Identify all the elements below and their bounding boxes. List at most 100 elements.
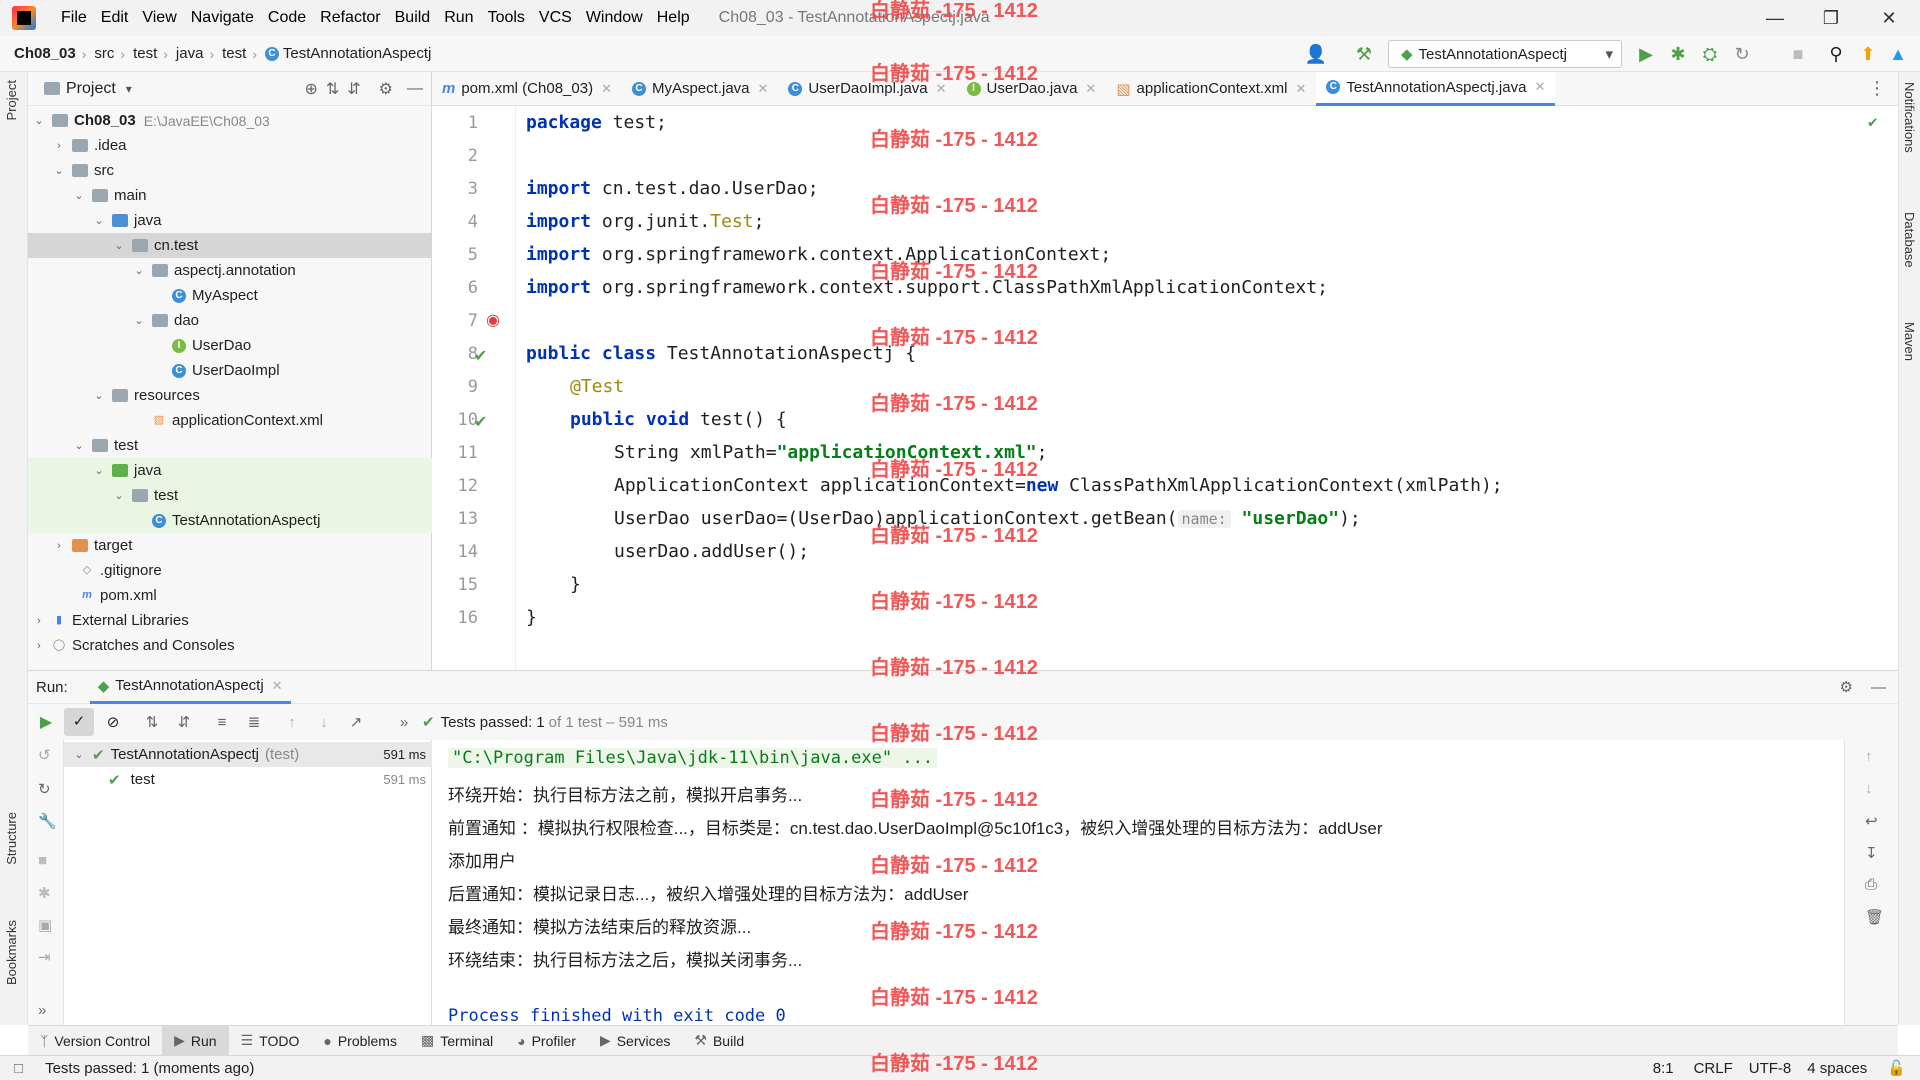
show-passed-icon[interactable]: ✓ [64, 708, 94, 736]
arrow-down-icon[interactable]: ↓ [308, 714, 340, 731]
close-tab-icon[interactable]: ✕ [1085, 81, 1096, 97]
breadcrumb-class[interactable]: C TestAnnotationAspectj [257, 45, 431, 62]
tree-item-project-root[interactable]: ⌄ Ch08_03 E:\JavaEE\Ch08_03 [28, 108, 432, 133]
menu-navigate[interactable]: Navigate [184, 9, 261, 27]
database-tool-tab[interactable]: Database [1902, 212, 1917, 268]
search-icon[interactable]: ⚲ [1824, 42, 1848, 66]
breadcrumb-src[interactable]: src [86, 45, 114, 62]
tree-item-dao[interactable]: ⌄ dao [28, 308, 432, 333]
collapse-all-icon[interactable]: ⇵ [347, 79, 360, 99]
hammer-icon[interactable]: ⚒ [1352, 42, 1376, 66]
tree-item-test[interactable]: ⌄ test [28, 433, 432, 458]
more-icon[interactable]: » [38, 1002, 46, 1019]
tree-item-userdaoimpl[interactable]: C UserDaoImpl [28, 358, 432, 383]
hide-panel-icon[interactable]: — [1871, 679, 1886, 696]
breadcrumb-java[interactable]: java [168, 45, 204, 62]
menu-help[interactable]: Help [650, 9, 697, 27]
tree-item-myaspect[interactable]: C MyAspect [28, 283, 432, 308]
soft-wrap-icon[interactable]: ↩ [1865, 812, 1878, 830]
run-configuration-select[interactable]: ◆ TestAnnotationAspectj ▾ [1388, 40, 1622, 68]
trash-icon[interactable]: 🗑 [1865, 908, 1884, 926]
breadcrumb-test[interactable]: test [125, 45, 157, 62]
arrow-up-icon[interactable]: ↑ [1865, 748, 1873, 765]
menu-refactor[interactable]: Refactor [313, 9, 387, 27]
arrow-down-icon[interactable]: ↓ [1865, 780, 1873, 797]
project-tool-tab[interactable]: Project [4, 80, 19, 120]
close-tab-icon[interactable]: ✕ [758, 81, 769, 97]
tree-item-application-context[interactable]: ▧ applicationContext.xml [28, 408, 432, 433]
bookmarks-tool-tab[interactable]: Bookmarks [4, 920, 19, 985]
tool-tab-problems[interactable]: ● Problems [311, 1026, 409, 1056]
more-tabs-icon[interactable]: ⋮ [1868, 78, 1886, 99]
tab-application-context[interactable]: ▧ applicationContext.xml ✕ [1106, 72, 1316, 106]
breadcrumb-test-package[interactable]: test [214, 45, 246, 62]
run-test-gutter-icon[interactable]: ✔ [474, 412, 487, 432]
tree-item-test-java[interactable]: ⌄ java [28, 458, 432, 483]
tab-pom-xml[interactable]: m pom.xml (Ch08_03) ✕ [432, 72, 622, 106]
tree-item-resources[interactable]: ⌄ resources [28, 383, 432, 408]
exit-icon[interactable]: ⇥ [38, 948, 51, 966]
tool-tab-run[interactable]: ▶ Run [162, 1025, 229, 1056]
rerun-failed-icon[interactable]: ↺ [38, 746, 51, 764]
chevron-down-icon[interactable]: ▾ [126, 82, 132, 96]
tree-item-external-libraries[interactable]: › ▮ External Libraries [28, 608, 432, 633]
tool-tab-services[interactable]: ▶ Services [588, 1026, 682, 1056]
collapse-all-icon[interactable]: ≣ [238, 713, 270, 731]
update-icon[interactable]: ⬆ [1856, 42, 1880, 66]
user-icon[interactable]: 👤 [1304, 42, 1328, 66]
tool-tab-version-control[interactable]: ᛉ Version Control [28, 1026, 162, 1056]
close-tab-icon[interactable]: ✕ [601, 81, 612, 97]
code-editor[interactable]: package test; import cn.test.dao.UserDao… [516, 106, 1880, 670]
sort-duration-icon[interactable]: ⇵ [168, 713, 200, 731]
file-encoding[interactable]: UTF-8 [1749, 1060, 1792, 1077]
tree-item-cn-test[interactable]: ⌄ cn.test [28, 233, 432, 258]
tree-item-target[interactable]: › target [28, 533, 432, 558]
structure-tool-tab[interactable]: Structure [4, 812, 19, 865]
breadcrumb-project[interactable]: Ch08_03 [0, 45, 76, 62]
export-icon[interactable]: ↗ [340, 713, 372, 731]
toggle-auto-test-icon[interactable]: ↻ [38, 780, 51, 798]
wrench-icon[interactable]: 🔧 [38, 812, 57, 830]
menu-run[interactable]: Run [437, 9, 480, 27]
lightbulb-warning-icon[interactable]: ◉ [486, 310, 500, 330]
test-case-row[interactable]: ✔ test 591 ms [64, 767, 432, 792]
indent-setting[interactable]: 4 spaces [1807, 1060, 1867, 1077]
line-separator[interactable]: CRLF [1694, 1060, 1733, 1077]
tree-item-idea[interactable]: › .idea [28, 133, 432, 158]
tool-tab-terminal[interactable]: ▩ Terminal [409, 1026, 505, 1056]
menu-window[interactable]: Window [579, 9, 650, 27]
menu-file[interactable]: File [54, 9, 94, 27]
tree-item-main-java[interactable]: ⌄ java [28, 208, 432, 233]
stop-icon[interactable]: ■ [38, 852, 47, 869]
profile-icon[interactable]: ↻ [1730, 42, 1754, 66]
jetbrains-icon[interactable]: ▲ [1886, 42, 1910, 66]
tree-item-scratches[interactable]: › ◯ Scratches and Consoles [28, 633, 432, 658]
tree-item-gitignore[interactable]: ◇ .gitignore [28, 558, 432, 583]
debug-icon[interactable]: ✱ [1666, 42, 1690, 66]
tool-tab-build[interactable]: ⚒ Build [682, 1026, 756, 1056]
expand-all-icon[interactable]: ≡ [206, 714, 238, 731]
tool-tab-todo[interactable]: ☰ TODO [229, 1026, 312, 1056]
lock-icon[interactable]: 🔓 [1887, 1059, 1906, 1077]
tree-item-pom[interactable]: m pom.xml [28, 583, 432, 608]
console-output[interactable]: "C:\Program Files\Java\jdk-11\bin\java.e… [432, 740, 1844, 1026]
expand-all-icon[interactable]: ⇅ [326, 79, 339, 99]
tab-myaspect[interactable]: C MyAspect.java ✕ [622, 72, 778, 106]
tree-item-src[interactable]: ⌄ src [28, 158, 432, 183]
run-test-gutter-icon[interactable]: ✔ [474, 346, 487, 366]
scroll-to-end-icon[interactable]: ↧ [1865, 844, 1878, 862]
menu-view[interactable]: View [135, 9, 183, 27]
menu-code[interactable]: Code [261, 9, 313, 27]
debug-icon[interactable]: ✱ [38, 884, 51, 902]
close-tab-icon[interactable]: ✕ [1295, 81, 1306, 97]
layout-icon[interactable]: □ [14, 1060, 23, 1077]
camera-icon[interactable]: ▣ [38, 916, 52, 934]
test-suite-row[interactable]: ⌄ ✔ TestAnnotationAspectj (test) 591 ms [64, 742, 432, 767]
gear-icon[interactable]: ⚙ [379, 79, 393, 99]
notifications-tool-tab[interactable]: Notifications [1902, 82, 1917, 153]
project-panel-title[interactable]: Project [66, 80, 116, 98]
more-icon[interactable]: » [392, 714, 416, 731]
print-icon[interactable]: ⎙ [1865, 876, 1877, 893]
rerun-icon[interactable]: ▶ [28, 712, 64, 732]
tool-tab-profiler[interactable]: ◕ Profiler [505, 1026, 588, 1056]
